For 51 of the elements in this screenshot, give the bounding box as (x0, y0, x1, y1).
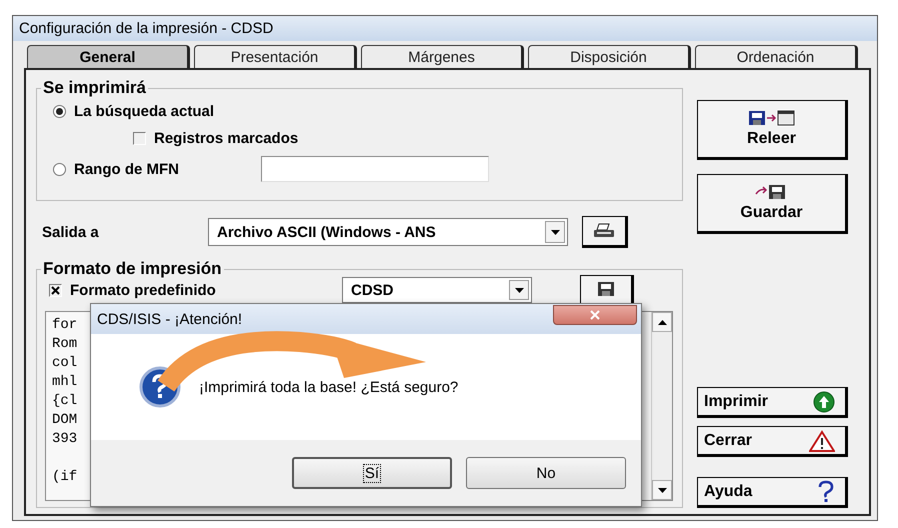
close-button[interactable] (553, 305, 637, 325)
group-title: Se imprimirá (42, 78, 147, 98)
question-icon (817, 480, 835, 504)
dialog-button[interactable]: Sí (292, 457, 452, 489)
reload-button[interactable]: Releer (697, 100, 848, 160)
warning-icon (809, 430, 835, 452)
code-line: for (52, 316, 78, 335)
checkbox-label: Registros marcados (154, 130, 298, 147)
dialog-message: ¡Imprimirá toda la base! ¿Está seguro? (199, 378, 458, 396)
radio-button[interactable] (53, 162, 66, 176)
close-button[interactable]: Cerrar (697, 426, 848, 457)
floppy-icon (597, 281, 615, 297)
code-line: mhl (52, 373, 78, 392)
printer-button[interactable] (582, 216, 628, 248)
mfn-range-field[interactable] (261, 156, 489, 182)
code-line: Rom (52, 335, 78, 354)
scrollbar[interactable] (651, 312, 672, 500)
save-format-button[interactable] (580, 274, 634, 306)
scroll-up-icon (658, 320, 666, 324)
floppy-to-window-icon (748, 110, 794, 126)
printer-icon (593, 223, 615, 239)
tab[interactable]: General (27, 45, 190, 68)
code-line: col (52, 354, 78, 373)
tab[interactable]: Disposición (528, 45, 691, 68)
output-label: Salida a (41, 224, 100, 240)
radio-label: La búsqueda actual (74, 103, 214, 120)
tab[interactable]: Márgenes (361, 45, 524, 68)
dropdown-arrow-icon (514, 288, 524, 292)
radio-label: Rango de MFN (74, 160, 179, 178)
print-button[interactable]: Imprimir (697, 387, 848, 418)
dialog-title: CDS/ISIS - ¡Atención! (97, 310, 242, 328)
close-icon (590, 310, 600, 320)
radio-button[interactable] (53, 105, 66, 118)
tab[interactable]: Presentación (194, 45, 357, 68)
checkbox-label: Formato predefinido (70, 282, 217, 298)
help-button[interactable]: Ayuda (697, 477, 848, 508)
code-line: 393 (52, 430, 78, 449)
code-line: {cl (52, 392, 78, 411)
save-button[interactable]: Guardar (697, 174, 848, 234)
scroll-down-icon (658, 488, 666, 492)
checkbox[interactable] (49, 284, 62, 296)
window-title: Configuración de la impresión - CDSD (19, 20, 274, 37)
output-dropdown[interactable]: Archivo ASCII (Windows - ANS (208, 218, 568, 246)
code-line: (if (52, 468, 78, 487)
dropdown-arrow-icon (550, 230, 560, 234)
tab[interactable]: Ordenación (695, 45, 858, 68)
format-dropdown[interactable]: CDSD (342, 277, 532, 303)
dialog-button[interactable]: No (466, 457, 626, 489)
group-title: Formato de impresión (42, 259, 223, 279)
code-line: DOM (52, 411, 78, 430)
checkbox[interactable] (133, 132, 146, 145)
